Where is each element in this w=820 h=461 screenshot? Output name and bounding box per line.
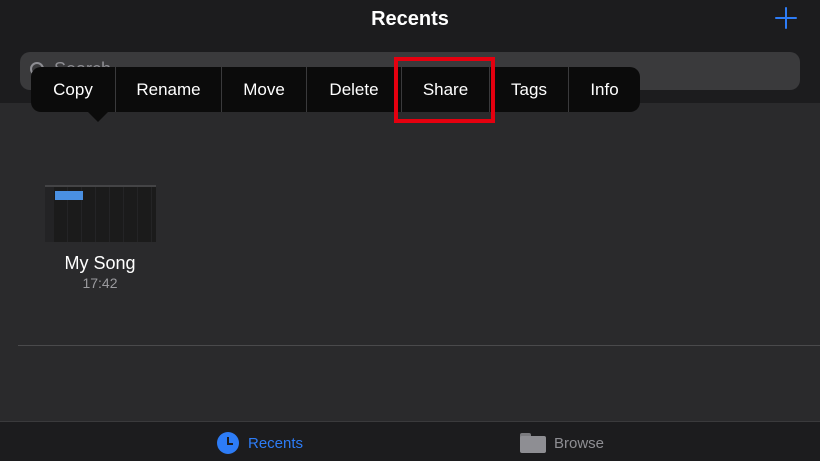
thumbnail-track-column <box>45 187 54 242</box>
page-title: Recents <box>371 8 449 30</box>
menu-item-share[interactable]: Share <box>401 67 489 112</box>
thumbnail-region <box>55 191 83 200</box>
file-item-my-song[interactable]: My Song 17:42 <box>40 185 160 295</box>
tab-label-recents: Recents <box>248 434 304 452</box>
menu-item-copy[interactable]: Copy <box>31 67 115 112</box>
menu-item-info[interactable]: Info <box>568 67 640 112</box>
menu-item-tags[interactable]: Tags <box>489 67 568 112</box>
tab-recents[interactable]: Recents <box>217 431 303 455</box>
divider <box>18 345 820 346</box>
folder-icon <box>520 433 546 453</box>
files-app: Recents Copy Rename Move Delete Share Ta… <box>0 0 820 461</box>
tab-browse[interactable]: Browse <box>520 431 604 455</box>
file-name: My Song <box>64 253 136 273</box>
tab-bar: Recents Browse <box>0 421 820 461</box>
clock-icon <box>217 432 239 454</box>
tab-label-browse: Browse <box>554 434 605 452</box>
context-menu: Copy Rename Move Delete Share Tags Info <box>31 67 640 122</box>
file-time: 17:42 <box>82 275 118 291</box>
garageband-project-thumbnail <box>45 185 156 242</box>
plus-icon[interactable] <box>774 6 798 30</box>
menu-item-delete[interactable]: Delete <box>306 67 401 112</box>
menu-item-move[interactable]: Move <box>221 67 306 112</box>
menu-item-rename[interactable]: Rename <box>115 67 221 112</box>
